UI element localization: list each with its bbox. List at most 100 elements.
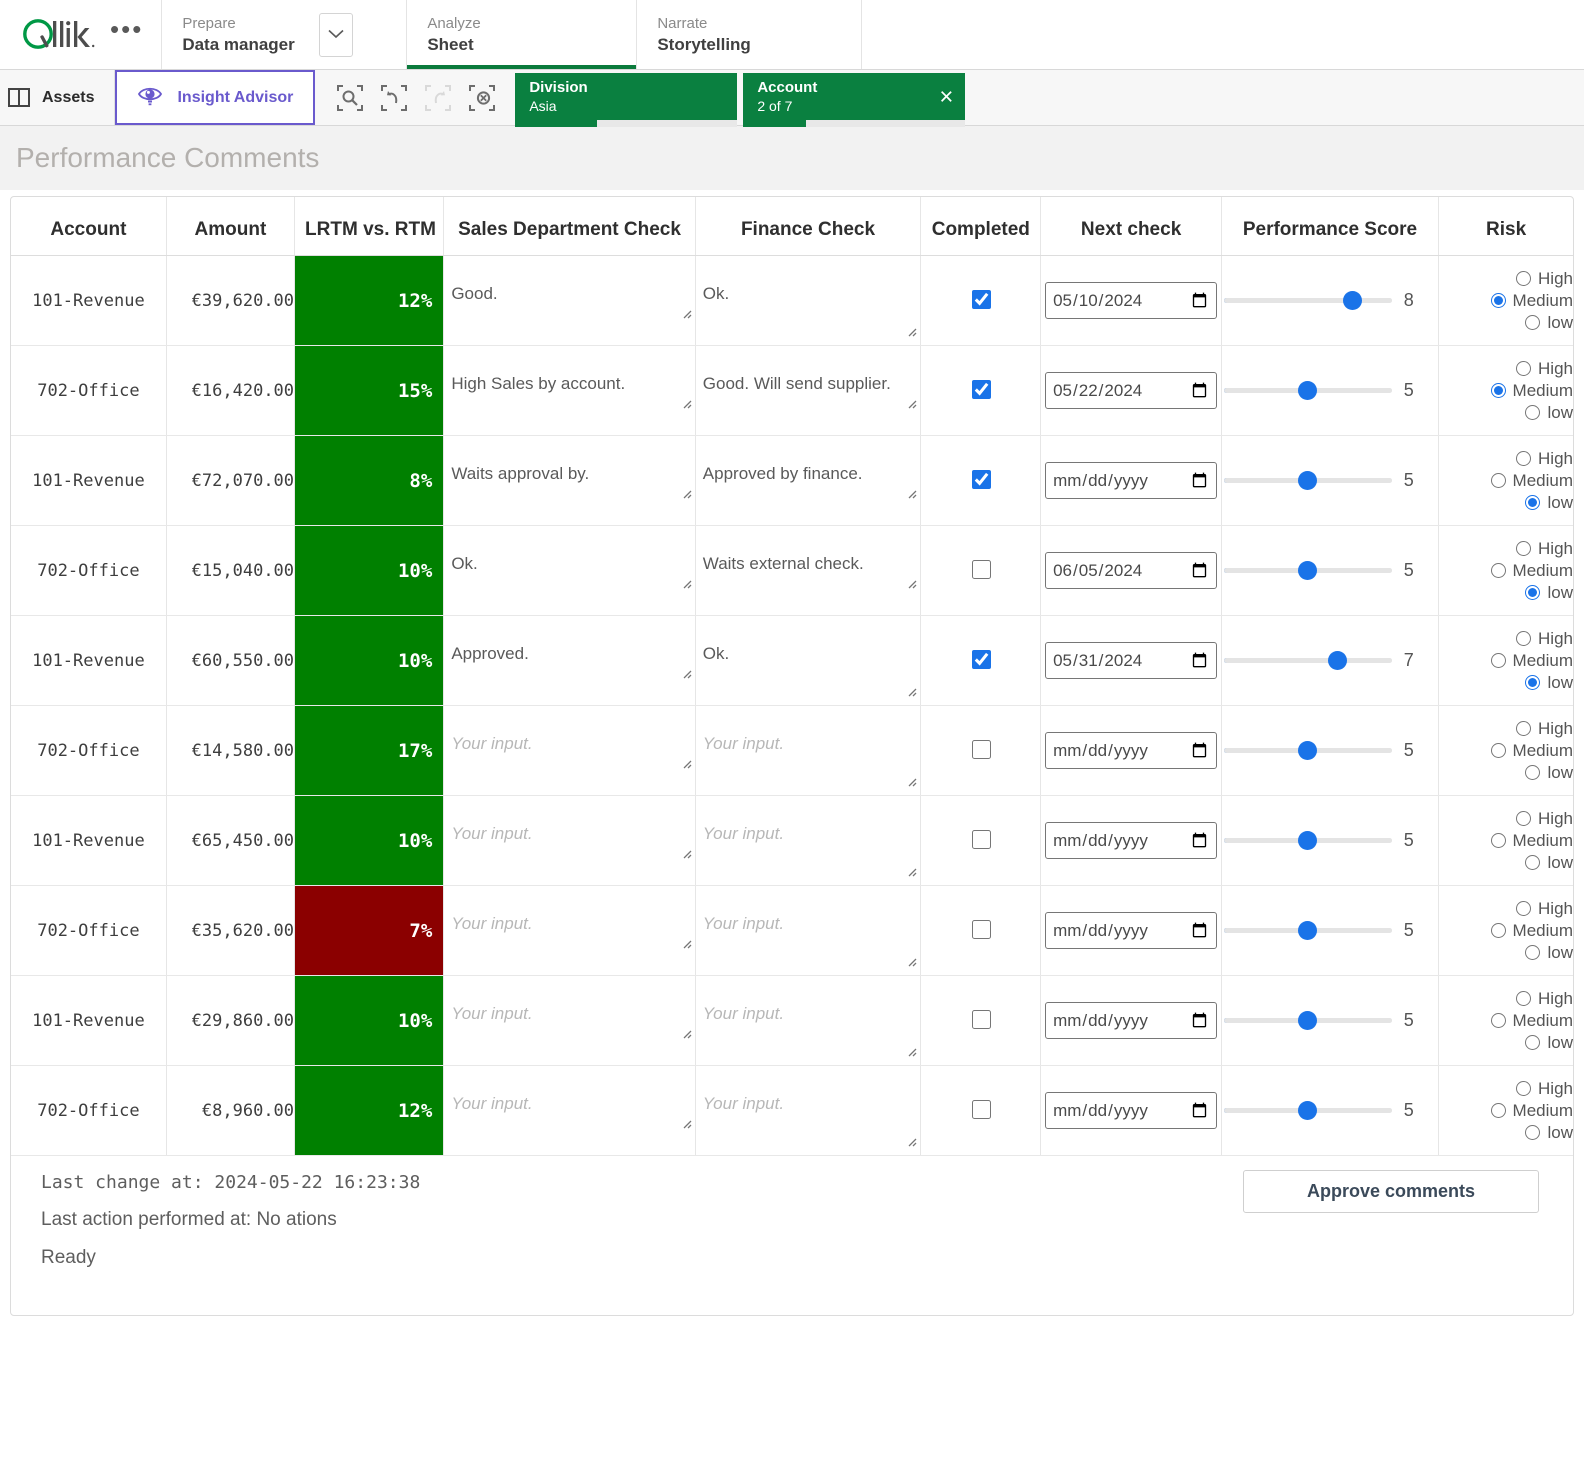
overflow-menu-button[interactable]: ••• [110, 16, 143, 44]
finance-check-textarea[interactable]: Good. Will send supplier. [695, 346, 921, 435]
risk-radio-low[interactable] [1525, 675, 1541, 690]
next-check-date-input[interactable] [1045, 822, 1218, 859]
risk-radio-medium[interactable] [1490, 563, 1506, 578]
cell-completed[interactable] [920, 795, 1042, 886]
cell-next-check[interactable] [1040, 1065, 1222, 1156]
risk-radio-high[interactable] [1516, 1081, 1532, 1096]
risk-radio-low[interactable] [1525, 765, 1541, 780]
completed-checkbox[interactable] [971, 740, 991, 759]
completed-checkbox[interactable] [971, 290, 991, 309]
sales-check-textarea[interactable]: High Sales by account. [444, 346, 695, 435]
cell-finance-check[interactable]: Approved by finance. [695, 435, 922, 526]
approve-comments-button[interactable]: Approve comments [1243, 1170, 1539, 1213]
cell-risk[interactable]: High Medium low [1438, 1065, 1573, 1156]
cell-finance-check[interactable]: Waits external check. [695, 525, 922, 616]
risk-option-low[interactable]: low [1525, 763, 1573, 783]
performance-score-slider[interactable] [1223, 658, 1392, 663]
step-back-icon[interactable] [379, 83, 409, 113]
completed-checkbox[interactable] [971, 830, 991, 849]
cell-sales-department-check[interactable]: Ok. [443, 525, 696, 616]
next-check-date-input[interactable] [1045, 372, 1218, 409]
cell-performance-score[interactable]: 5 [1221, 1065, 1440, 1156]
cell-next-check[interactable] [1040, 705, 1222, 796]
cell-next-check[interactable] [1040, 525, 1222, 616]
risk-radio-medium[interactable] [1490, 293, 1506, 308]
risk-option-high[interactable]: High [1516, 989, 1573, 1009]
cell-sales-department-check[interactable] [443, 1065, 696, 1156]
finance-check-textarea[interactable] [695, 886, 921, 975]
risk-radio-medium[interactable] [1490, 743, 1506, 758]
finance-check-textarea[interactable]: Ok. [695, 616, 921, 705]
risk-option-low[interactable]: low [1525, 1123, 1573, 1143]
performance-score-slider[interactable] [1223, 928, 1392, 933]
risk-option-low[interactable]: low [1525, 403, 1573, 423]
risk-radio-low[interactable] [1525, 1035, 1541, 1050]
cell-finance-check[interactable] [695, 1065, 922, 1156]
risk-radio-medium[interactable] [1490, 923, 1506, 938]
risk-radio-high[interactable] [1516, 721, 1532, 736]
clear-selection-close-icon[interactable]: × [939, 85, 953, 109]
cell-finance-check[interactable]: Good. Will send supplier. [695, 345, 922, 436]
risk-option-low[interactable]: low [1525, 853, 1573, 873]
cell-risk[interactable]: High Medium low [1438, 255, 1573, 346]
sales-check-textarea[interactable] [444, 706, 695, 795]
cell-performance-score[interactable]: 5 [1221, 705, 1440, 796]
cell-next-check[interactable] [1040, 255, 1222, 346]
cell-completed[interactable] [920, 1065, 1042, 1156]
risk-radio-high[interactable] [1516, 451, 1532, 466]
sales-check-textarea[interactable]: Waits approval by. [444, 436, 695, 525]
risk-radio-low[interactable] [1525, 585, 1541, 600]
cell-completed[interactable] [920, 345, 1042, 436]
cell-risk[interactable]: High Medium low [1438, 435, 1573, 526]
risk-radio-high[interactable] [1516, 631, 1532, 646]
risk-option-high[interactable]: High [1516, 449, 1573, 469]
performance-score-slider[interactable] [1223, 1108, 1392, 1113]
next-check-date-input[interactable] [1045, 282, 1218, 319]
cell-next-check[interactable] [1040, 885, 1222, 976]
risk-option-high[interactable]: High [1516, 809, 1573, 829]
cell-risk[interactable]: High Medium low [1438, 975, 1573, 1066]
sales-check-textarea[interactable]: Good. [444, 256, 695, 345]
cell-sales-department-check[interactable]: Waits approval by. [443, 435, 696, 526]
risk-option-high[interactable]: High [1516, 899, 1573, 919]
sales-check-textarea[interactable] [444, 1066, 695, 1155]
cell-completed[interactable] [920, 705, 1042, 796]
selection-chip-account[interactable]: Account 2 of 7 × [743, 72, 966, 127]
cell-risk[interactable]: High Medium low [1438, 705, 1573, 796]
completed-checkbox[interactable] [971, 380, 991, 399]
finance-check-textarea[interactable]: Ok. [695, 256, 921, 345]
cell-next-check[interactable] [1040, 795, 1222, 886]
finance-check-textarea[interactable] [695, 796, 921, 885]
cell-risk[interactable]: High Medium low [1438, 345, 1573, 436]
cell-performance-score[interactable]: 5 [1221, 885, 1440, 976]
insight-advisor-button[interactable]: Insight Advisor [115, 70, 316, 125]
risk-radio-medium[interactable] [1490, 833, 1506, 848]
sales-check-textarea[interactable] [444, 886, 695, 975]
cell-completed[interactable] [920, 525, 1042, 616]
risk-option-low[interactable]: low [1525, 673, 1573, 693]
cell-performance-score[interactable]: 7 [1221, 615, 1440, 706]
performance-score-slider[interactable] [1223, 1018, 1392, 1023]
nav-section-analyze[interactable]: Analyze Sheet [407, 0, 638, 69]
risk-option-low[interactable]: low [1525, 1033, 1573, 1053]
finance-check-textarea[interactable] [695, 1066, 921, 1155]
cell-completed[interactable] [920, 885, 1042, 976]
sales-check-textarea[interactable] [444, 976, 695, 1065]
cell-sales-department-check[interactable] [443, 795, 696, 886]
risk-option-medium[interactable]: Medium [1490, 651, 1573, 671]
cell-completed[interactable] [920, 435, 1042, 526]
risk-radio-medium[interactable] [1490, 1103, 1506, 1118]
cell-performance-score[interactable]: 5 [1221, 975, 1440, 1066]
finance-check-textarea[interactable] [695, 976, 921, 1065]
risk-option-high[interactable]: High [1516, 269, 1573, 289]
cell-next-check[interactable] [1040, 615, 1222, 706]
next-check-date-input[interactable] [1045, 462, 1218, 499]
cell-completed[interactable] [920, 615, 1042, 706]
risk-radio-high[interactable] [1516, 901, 1532, 916]
next-check-date-input[interactable] [1045, 1002, 1218, 1039]
risk-option-medium[interactable]: Medium [1490, 561, 1573, 581]
risk-option-low[interactable]: low [1525, 493, 1573, 513]
performance-score-slider[interactable] [1223, 478, 1392, 483]
risk-option-low[interactable]: low [1525, 313, 1573, 333]
cell-next-check[interactable] [1040, 975, 1222, 1066]
